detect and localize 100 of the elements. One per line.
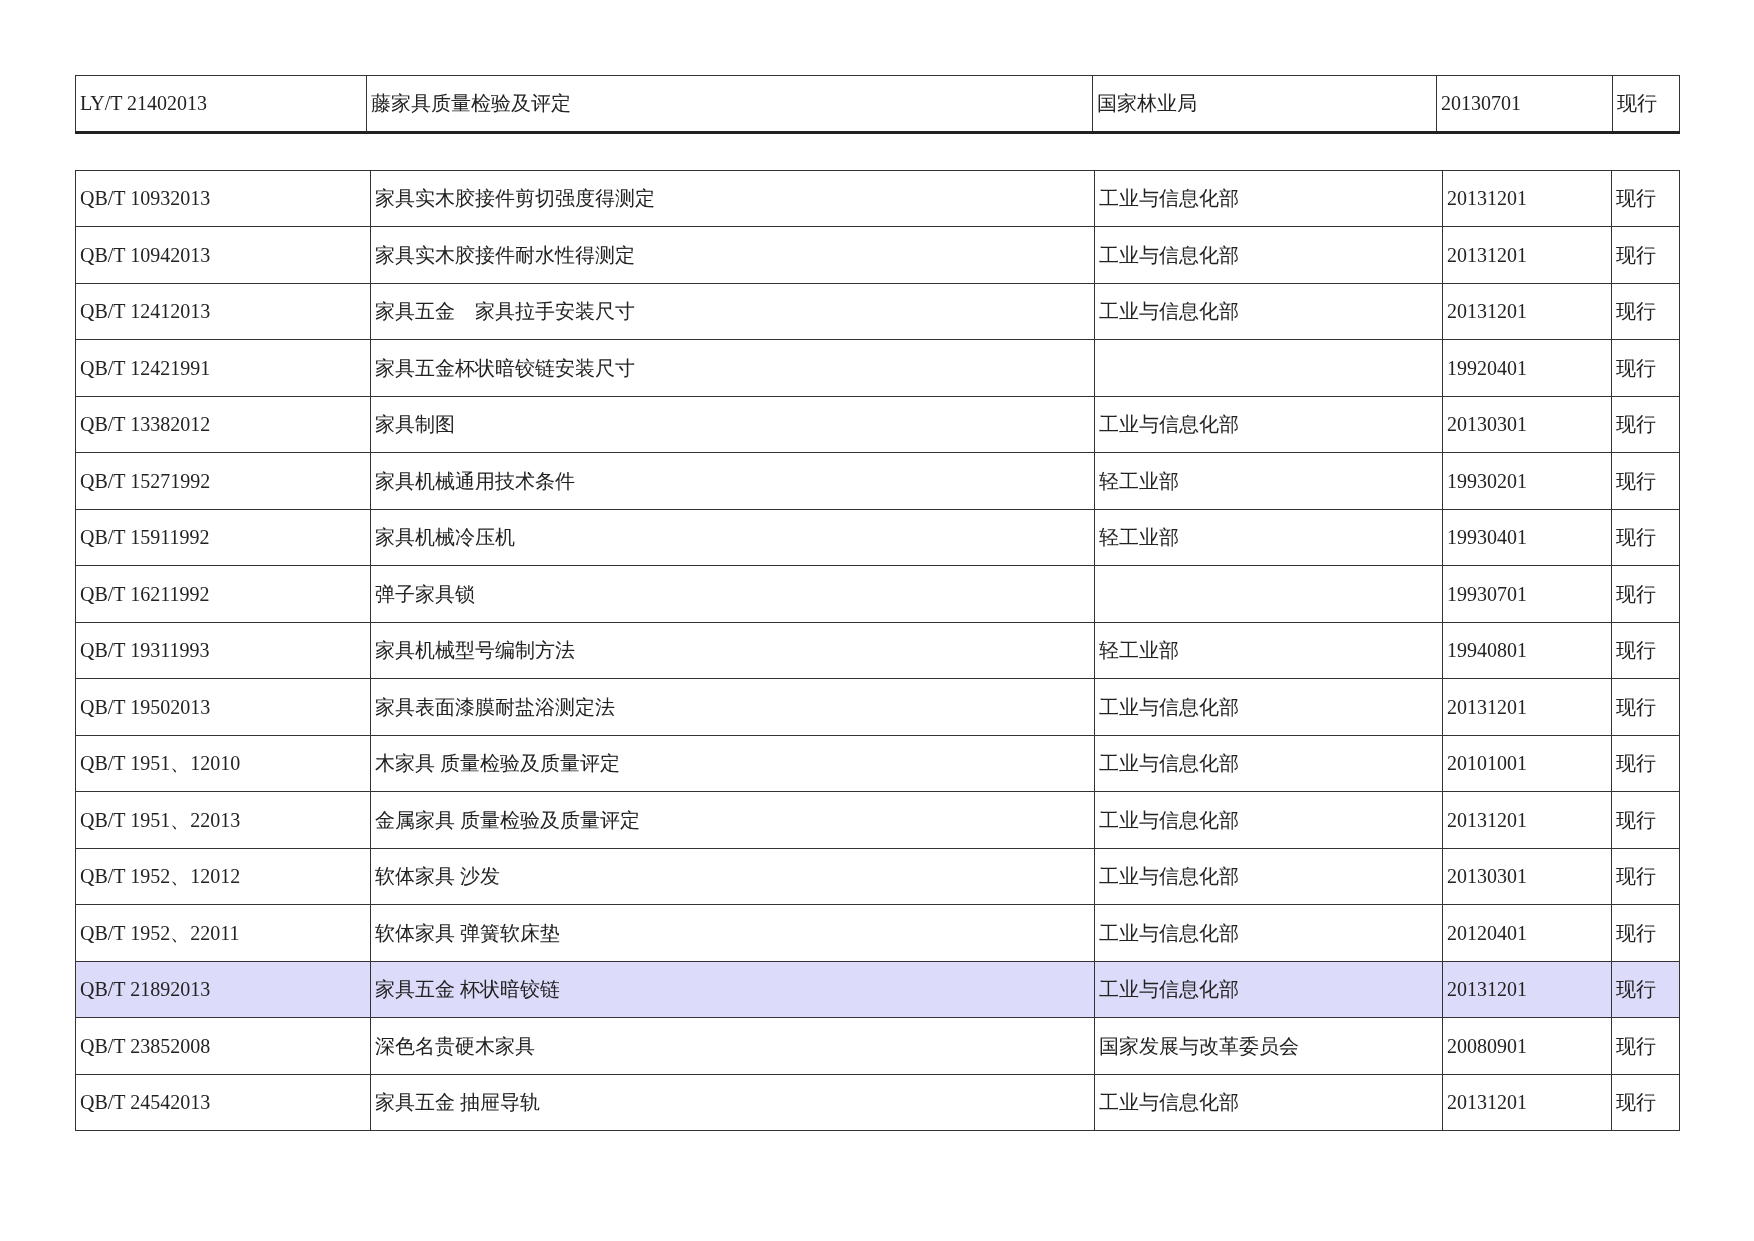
- standard-code-cell: QB/T 1951、12010: [80, 752, 241, 775]
- table-row[interactable]: QB/T 23852008 深色名贵硬木家具 国家发展与改革委员会 20080901 现行: [75, 1017, 1680, 1074]
- table-row[interactable]: QB/T 10932013 家具实木胶接件剪切强度得测定 工业与信息化部 20131201 现行: [75, 170, 1680, 227]
- table-row[interactable]: QB/T 1952、22011 软体家具 弹簧软床垫 工业与信息化部 20120401 现行: [75, 904, 1680, 961]
- department-cell: 工业与信息化部: [1099, 187, 1239, 210]
- table-row[interactable]: QB/T 1952、12012 软体家具 沙发 工业与信息化部 20130301 现行: [75, 848, 1680, 905]
- status-cell: 现行: [1616, 978, 1656, 1001]
- standard-title-cell: 弹子家具锁: [375, 582, 475, 605]
- department-cell: 轻工业部: [1099, 639, 1179, 662]
- status-cell: 现行: [1616, 300, 1656, 323]
- status-cell: 现行: [1616, 526, 1656, 549]
- standard-title-cell: 软体家具 弹簧软床垫: [375, 921, 560, 944]
- standard-code-cell: QB/T 16211992: [80, 582, 210, 605]
- standard-code-cell: QB/T 12421991: [80, 356, 211, 379]
- status-cell: 现行: [1616, 921, 1656, 944]
- standard-title-cell: 家具五金 杯状暗铰链: [375, 978, 560, 1001]
- standard-title-cell: 家具制图: [375, 413, 455, 436]
- standard-code-cell: QB/T 24542013: [80, 1091, 211, 1114]
- table-row[interactable]: QB/T 10942013 家具实木胶接件耐水性得测定 工业与信息化部 20131201 现行: [75, 226, 1680, 283]
- department-cell: 轻工业部: [1099, 526, 1179, 549]
- department-cell: 工业与信息化部: [1099, 243, 1239, 266]
- date-cell: 20131201: [1447, 695, 1527, 718]
- department-cell: 工业与信息化部: [1099, 921, 1239, 944]
- standard-code-cell: QB/T 21892013: [80, 978, 211, 1001]
- table-row[interactable]: QB/T 19502013 家具表面漆膜耐盐浴测定法 工业与信息化部 20131201 现行: [75, 678, 1680, 735]
- status-cell: 现行: [1616, 582, 1656, 605]
- date-cell: 20131201: [1447, 243, 1527, 266]
- table-row[interactable]: QB/T 12412013 家具五金 家具拉手安装尺寸 工业与信息化部 20131201 现行: [75, 283, 1680, 340]
- status-cell: 现行: [1616, 1091, 1656, 1114]
- department-cell: 工业与信息化部: [1099, 300, 1239, 323]
- status-cell: 现行: [1616, 356, 1656, 379]
- department-cell: 工业与信息化部: [1099, 413, 1239, 436]
- status-cell: 现行: [1616, 1034, 1656, 1057]
- status-cell: 现行: [1616, 695, 1656, 718]
- standard-code-cell: QB/T 1952、22011: [80, 921, 240, 944]
- department-cell: 轻工业部: [1099, 469, 1179, 492]
- status-cell: 现行: [1616, 413, 1656, 436]
- standard-code-cell: QB/T 10942013: [80, 243, 211, 266]
- standard-code-cell: QB/T 1952、12012: [80, 865, 241, 888]
- table-row[interactable]: QB/T 15911992 家具机械冷压机 轻工业部 19930401 现行: [75, 509, 1680, 566]
- status-cell: 现行: [1616, 469, 1656, 492]
- table-row[interactable]: QB/T 16211992 弹子家具锁 19930701 现行: [75, 565, 1680, 622]
- date-cell: 20131201: [1447, 1091, 1527, 1114]
- date-cell: 20130301: [1447, 865, 1527, 888]
- table-row[interactable]: QB/T 13382012 家具制图 工业与信息化部 20130301 现行: [75, 396, 1680, 453]
- standard-title-cell: 金属家具 质量检验及质量评定: [375, 808, 640, 831]
- date-cell: 20131201: [1447, 300, 1527, 323]
- status-cell: 现行: [1616, 865, 1656, 888]
- status-cell: 现行: [1617, 92, 1657, 115]
- date-cell: 19930201: [1447, 469, 1527, 492]
- status-cell: 现行: [1616, 808, 1656, 831]
- standard-code-cell: QB/T 13382012: [80, 413, 211, 436]
- standard-code-cell: QB/T 15271992: [80, 469, 211, 492]
- date-cell: 20130701: [1441, 92, 1521, 115]
- date-cell: 20080901: [1447, 1034, 1527, 1057]
- date-cell: 20120401: [1447, 921, 1527, 944]
- table-row[interactable]: QB/T 19311993 家具机械型号编制方法 轻工业部 19940801 现行: [75, 622, 1680, 679]
- standard-code-cell: QB/T 23852008: [80, 1034, 211, 1057]
- standard-code-cell: QB/T 19311993: [80, 639, 210, 662]
- date-cell: 20131201: [1447, 808, 1527, 831]
- standard-title-cell: 家具机械型号编制方法: [375, 639, 575, 662]
- standard-code-cell: QB/T 10932013: [80, 187, 211, 210]
- table-row[interactable]: QB/T 21892013 家具五金 杯状暗铰链 工业与信息化部 20131201 现行: [75, 961, 1680, 1018]
- department-cell: 工业与信息化部: [1099, 752, 1239, 775]
- department-cell: 工业与信息化部: [1099, 865, 1239, 888]
- standard-code-cell: QB/T 15911992: [80, 526, 210, 549]
- standard-title-cell: 深色名贵硬木家具: [375, 1034, 535, 1057]
- date-cell: 20131201: [1447, 978, 1527, 1001]
- date-cell: 19920401: [1447, 356, 1527, 379]
- department-cell: 工业与信息化部: [1099, 695, 1239, 718]
- date-cell: 19940801: [1447, 639, 1527, 662]
- date-cell: 20131201: [1447, 187, 1527, 210]
- standard-title-cell: 家具五金杯状暗铰链安装尺寸: [375, 356, 635, 379]
- standard-title-cell: 家具实木胶接件剪切强度得测定: [375, 187, 655, 210]
- standard-code-cell: QB/T 12412013: [80, 300, 211, 323]
- table-row[interactable]: QB/T 24542013 家具五金 抽屉导轨 工业与信息化部 20131201 现行: [75, 1074, 1680, 1131]
- department-cell: 工业与信息化部: [1099, 978, 1239, 1001]
- standard-code-cell: QB/T 19502013: [80, 695, 211, 718]
- department-cell: 工业与信息化部: [1099, 808, 1239, 831]
- date-cell: 20101001: [1447, 752, 1527, 775]
- table-row[interactable]: QB/T 12421991 家具五金杯状暗铰链安装尺寸 19920401 现行: [75, 339, 1680, 396]
- standard-code-cell: QB/T 1951、22013: [80, 808, 241, 831]
- standard-title-cell: 家具表面漆膜耐盐浴测定法: [375, 695, 615, 718]
- standard-title-cell: 家具五金 家具拉手安装尺寸: [375, 300, 635, 323]
- table-row[interactable]: QB/T 15271992 家具机械通用技术条件 轻工业部 19930201 现行: [75, 452, 1680, 509]
- standard-title-cell: 家具机械冷压机: [375, 526, 515, 549]
- standard-title-cell: 家具实木胶接件耐水性得测定: [375, 243, 635, 266]
- standard-title-cell: 软体家具 沙发: [375, 865, 500, 888]
- standard-title-cell: 木家具 质量检验及质量评定: [375, 752, 620, 775]
- standard-code-cell: LY/T 21402013: [80, 92, 208, 115]
- status-cell: 现行: [1616, 187, 1656, 210]
- status-cell: 现行: [1616, 639, 1656, 662]
- date-cell: 19930701: [1447, 582, 1527, 605]
- status-cell: 现行: [1616, 752, 1656, 775]
- department-cell: 国家发展与改革委员会: [1099, 1034, 1299, 1057]
- standard-title-cell: 家具五金 抽屉导轨: [375, 1091, 540, 1114]
- table-row[interactable]: QB/T 1951、22013 金属家具 质量检验及质量评定 工业与信息化部 20131201 现行: [75, 791, 1680, 848]
- table-row[interactable]: QB/T 1951、12010 木家具 质量检验及质量评定 工业与信息化部 20101001 现行: [75, 735, 1680, 792]
- department-cell: 国家林业局: [1097, 92, 1197, 115]
- department-cell: 工业与信息化部: [1099, 1091, 1239, 1114]
